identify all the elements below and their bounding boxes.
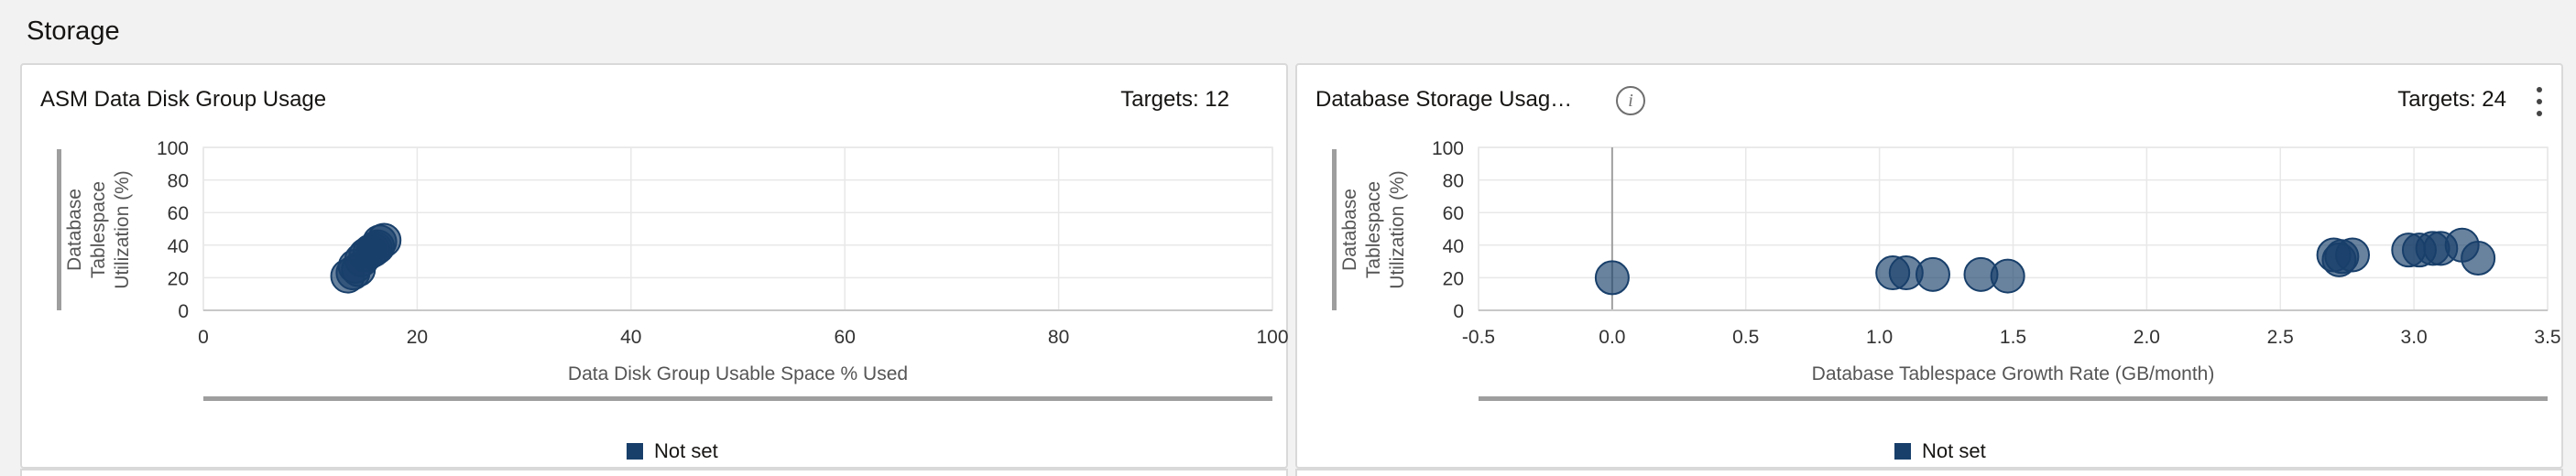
y-tick-label: 100 (1432, 138, 1464, 159)
asm-disk-group-usage-card: ASM Data Disk Group Usage Targets: 12 02… (20, 63, 1290, 471)
database-storage-usage-card: Database Storage Usag… i Targets: 24 0 20… (1295, 63, 2563, 469)
x-tick-label: 1.5 (2000, 327, 2026, 348)
data-point[interactable] (1594, 260, 1630, 296)
y-tick-label: 60 (168, 203, 189, 224)
data-point[interactable] (2321, 242, 2357, 277)
next-card-left-edge (20, 469, 1288, 476)
y-tick-label: 0 (1453, 301, 1464, 322)
y-tick-label: 80 (1443, 171, 1464, 192)
x-tick-label: 80 (1048, 327, 1069, 348)
x-tick-label: -0.5 (1462, 327, 1495, 348)
chart-legend[interactable]: Not set (1894, 439, 1986, 463)
y-axis-bar (57, 149, 61, 310)
data-point[interactable] (2461, 241, 2496, 276)
next-card-right-edge (1295, 469, 2563, 476)
y-tick-label: 80 (168, 171, 189, 192)
x-axis-label: Database Tablespace Growth Rate (GB/mont… (1812, 363, 2215, 384)
data-point[interactable] (1915, 256, 1950, 292)
y-tick-label: 20 (168, 268, 189, 289)
y-tick-label: 40 (168, 236, 189, 257)
data-point[interactable] (1990, 258, 2025, 294)
x-axis-bar (1479, 396, 2548, 401)
y-tick-label: 40 (1443, 236, 1464, 257)
database-storage-scatter-chart[interactable]: 0 20 40 60 80 100 -0.5 0.0 0.5 1.0 1.5 2.0 2.5 3.0 3.5… (1297, 65, 2565, 471)
x-tick-label: 3.5 (2534, 327, 2560, 348)
legend-swatch (627, 443, 643, 460)
y-tick-label: 60 (1443, 203, 1464, 224)
x-tick-label: 3.0 (2401, 327, 2428, 348)
data-point[interactable] (360, 229, 396, 265)
storage-section-title: Storage (27, 16, 120, 46)
x-tick-label: 2.0 (2134, 327, 2160, 348)
y-axis-label: Database Tablespace Utilization (%) (64, 170, 133, 289)
y-tick-label: 0 (178, 301, 189, 322)
x-tick-label: 2.5 (2267, 327, 2294, 348)
legend-label: Not set (654, 439, 718, 462)
legend-swatch (1894, 443, 1911, 460)
x-tick-label: 20 (407, 327, 428, 348)
x-tick-label: 1.0 (1866, 327, 1893, 348)
x-tick-label: 0.0 (1599, 327, 1625, 348)
x-axis-label: Data Disk Group Usable Space % Used (568, 363, 908, 384)
legend-label: Not set (1922, 439, 1986, 462)
x-tick-label: 100 (1256, 327, 1288, 348)
chart-legend[interactable]: Not set (627, 439, 718, 463)
x-tick-label: 0 (198, 327, 209, 348)
x-tick-label: 40 (620, 327, 641, 348)
x-tick-label: 0.5 (1732, 327, 1759, 348)
y-tick-label: 20 (1443, 268, 1464, 289)
y-axis-label: Database Tablespace Utilization (%) (1339, 170, 1408, 289)
asm-scatter-chart[interactable]: 0 20 40 60 80 100 0 20 40 60 80 100 Database Tablespa… (22, 65, 1290, 471)
x-axis-bar (203, 396, 1272, 401)
y-axis-bar (1332, 149, 1337, 310)
y-tick-label: 100 (157, 138, 189, 159)
x-tick-label: 60 (835, 327, 856, 348)
